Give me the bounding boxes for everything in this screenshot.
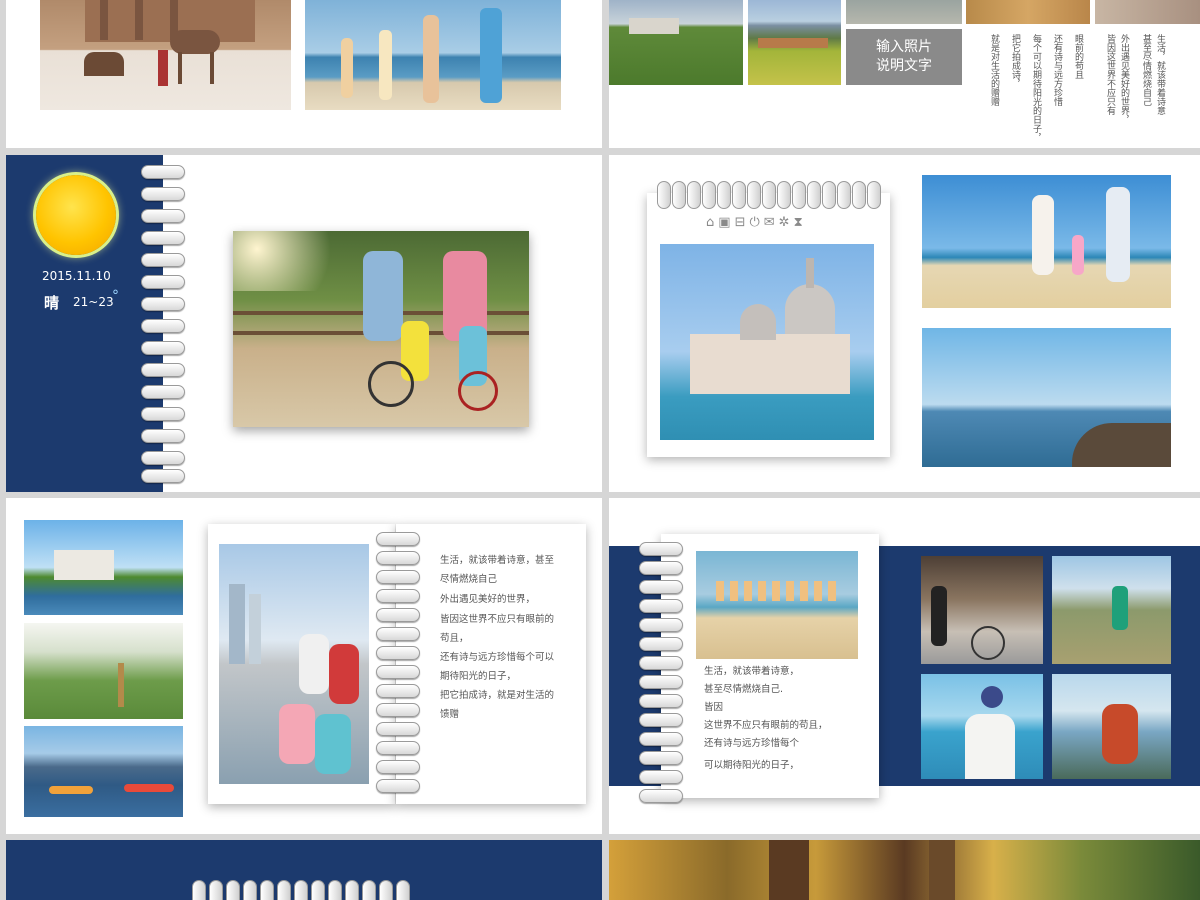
- briefcase-icon[interactable]: ⊟: [735, 215, 746, 231]
- toolbar-icons: ⌂ ▣ ⊟ ⏻ ✉ ✲ ⧗: [706, 215, 836, 231]
- photo-green-field-castle: [609, 0, 743, 85]
- photo-beach-parents-child: [922, 175, 1171, 308]
- photo-petra-camels: [40, 0, 291, 110]
- power-icon[interactable]: ⏻: [749, 215, 759, 231]
- vertical-text-4: 皆因这世界不应只有: [1105, 34, 1115, 115]
- photo-coast-sunset: [922, 328, 1171, 467]
- photo-woman-coast: [1052, 674, 1171, 779]
- photo-village-hills: [748, 0, 841, 85]
- gear-icon[interactable]: ✲: [779, 215, 790, 231]
- notecard-text-2: 甚至尽情燃烧自己.: [704, 684, 784, 695]
- photo-venice-church: [660, 244, 874, 440]
- slide-2[interactable]: 输入照片 说明文字 生活，就该带着诗意 甚至尽情燃烧自己 外出遇见美好的世界， …: [609, 0, 1200, 148]
- vertical-text-6: 还有诗与远方珍惜: [1052, 34, 1062, 106]
- book-text-5: 把它拍成诗，就是对生活的馈赠: [440, 690, 555, 720]
- notecard-text-1: 生活，就该带着诗意，: [704, 666, 800, 677]
- book-text-4: 还有诗与远方珍惜每个可以期待阳光的日子，: [440, 652, 555, 682]
- vertical-text-7: 每个可以期待阳光的日子，: [1031, 34, 1041, 142]
- slide-7[interactable]: [6, 840, 602, 900]
- vertical-text-2: 甚至尽情燃烧自己: [1141, 34, 1151, 106]
- photo-man-at-sea: [921, 674, 1043, 779]
- temperature-label: 21~23: [73, 295, 114, 309]
- photo-bikes-street: [921, 556, 1043, 664]
- photo-beach-jumping: [696, 551, 858, 659]
- slide-8[interactable]: [609, 840, 1200, 900]
- notecard-text-5: 还有诗与远方珍惜每个: [704, 738, 800, 749]
- sun-icon: [36, 175, 116, 255]
- book-text-3: 皆因这世界不应只有眼前的苟且，: [440, 614, 555, 644]
- photo-mountain-cyclists: [1052, 556, 1171, 664]
- notecard-text-4: 这世界不应只有眼前的苟且，: [704, 720, 828, 731]
- book-text-1: 生活，就该带着诗意，甚至尽情燃烧自己: [440, 555, 555, 585]
- date-label: 2015.11.10: [42, 269, 111, 283]
- photo-boardwalk: [846, 0, 962, 24]
- notecard-text-6: 可以期待阳光的日子，: [704, 760, 800, 771]
- vertical-text-1: 生活，就该带着诗意: [1155, 34, 1165, 115]
- photo-caption-box[interactable]: 输入照片 说明文字: [846, 29, 962, 85]
- slide-5[interactable]: 生活，就该带着诗意，甚至尽情燃烧自己 外出遇见美好的世界， 皆因这世界不应只有眼…: [6, 498, 602, 834]
- home-icon[interactable]: ⌂: [706, 215, 714, 231]
- slide-4[interactable]: ⌂ ▣ ⊟ ⏻ ✉ ✲ ⧗: [609, 155, 1200, 492]
- slide-3[interactable]: 2015.11.10 晴 21~23 °: [6, 155, 602, 492]
- photo-family-cycling: [233, 231, 529, 427]
- photo-thai-temple: [24, 520, 183, 615]
- photo-autumn-forest: [609, 840, 1200, 900]
- degree-mark: °: [112, 288, 119, 304]
- book-text-2: 外出遇见美好的世界，: [440, 594, 536, 605]
- photo-kayaking: [24, 726, 183, 817]
- photo-students-city: [219, 544, 369, 784]
- vertical-text-3: 外出遇见美好的世界，: [1119, 34, 1129, 124]
- hourglass-icon[interactable]: ⧗: [794, 215, 803, 231]
- vertical-text-9: 就是对生活的赠赠: [989, 34, 999, 106]
- photo-autumn-grass: [966, 0, 1090, 24]
- vertical-text-8: 把它拍成诗，: [1010, 34, 1020, 88]
- mail-icon[interactable]: ✉: [764, 215, 775, 231]
- photo-shoes: [1095, 0, 1200, 24]
- tv-icon[interactable]: ▣: [718, 215, 730, 231]
- vertical-text-5: 眼前的苟且: [1073, 34, 1083, 79]
- slide-6[interactable]: 生活，就该带着诗意， 甚至尽情燃烧自己. 皆因 这世界不应只有眼前的苟且， 还有…: [609, 498, 1200, 834]
- photo-giraffe-savanna: [24, 623, 183, 719]
- slide-1[interactable]: [6, 0, 602, 148]
- weather-label: 晴: [44, 294, 60, 312]
- photo-family-beach-walk: [305, 0, 561, 110]
- notecard-text-3: 皆因: [704, 702, 724, 713]
